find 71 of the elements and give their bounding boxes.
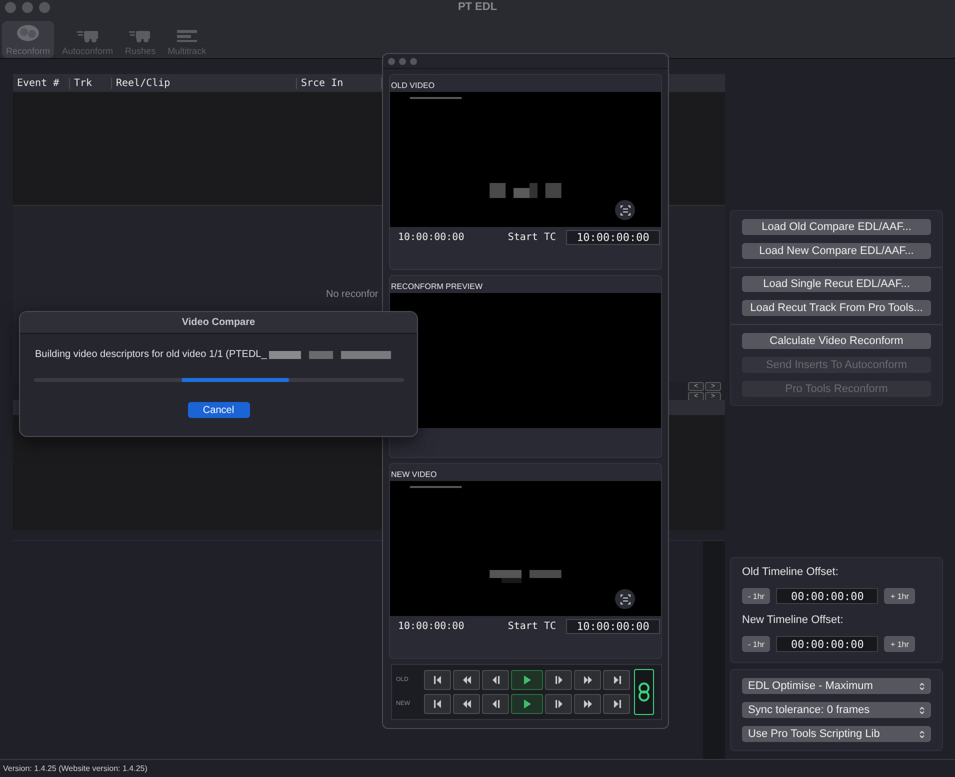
timecode: 10:00:00:00: [398, 232, 464, 243]
progress-message: Building video descriptors for old video 1/1 (PTEDL_: [35, 349, 267, 360]
action-button[interactable]: Load Single Recut EDL/AAF...: [742, 276, 931, 292]
action-button[interactable]: Load New Compare EDL/AAF...: [742, 243, 931, 259]
column-header[interactable]: Trk: [70, 78, 112, 88]
transport-button[interactable]: [511, 694, 543, 714]
offset-label: Old Timeline Offset:: [742, 566, 840, 578]
step-forward-icon: [554, 675, 564, 685]
transport-button[interactable]: [603, 670, 630, 690]
reels-icon: [15, 23, 41, 43]
panel-title: RECONFORM PREVIEW: [390, 281, 484, 293]
start-icon: [432, 699, 442, 709]
play-icon: [522, 699, 532, 709]
minus-hour-button[interactable]: - 1hr: [742, 588, 770, 604]
dialog-title: Video Compare: [182, 317, 256, 328]
transport-button[interactable]: [424, 694, 451, 714]
panel-title: NEW VIDEO: [390, 469, 438, 481]
rewind-icon: [462, 699, 472, 709]
option-select[interactable]: EDL Optimise - Maximum: [742, 678, 931, 694]
tracks-icon: [176, 29, 198, 43]
window-title: PT EDL: [458, 1, 498, 13]
fast-forward-icon: [582, 675, 592, 685]
rewind-icon: [462, 675, 472, 685]
transport-button[interactable]: [603, 694, 630, 714]
column-header[interactable]: Reel/Clip: [112, 78, 297, 88]
start-tc-label: Start TC: [508, 232, 556, 243]
action-button[interactable]: Load Old Compare EDL/AAF...: [742, 219, 931, 235]
chevron-updown-icon: [919, 706, 925, 714]
link-toggle[interactable]: [634, 669, 654, 715]
panel-title: OLD VIDEO: [390, 80, 436, 92]
transport-button[interactable]: [511, 670, 543, 690]
transport-button[interactable]: [574, 694, 601, 714]
step-back-icon: [490, 699, 500, 709]
offset-label: New Timeline Offset:: [742, 614, 844, 626]
transport-button[interactable]: [453, 694, 480, 714]
start-tc-field[interactable]: 10:00:00:00: [566, 619, 660, 634]
action-button[interactable]: Load Recut Track From Pro Tools...: [742, 300, 931, 316]
cancel-button[interactable]: Cancel: [188, 402, 250, 418]
transport-button[interactable]: [482, 694, 509, 714]
empty-message: No reconfor: [326, 288, 378, 300]
transport-button[interactable]: [545, 670, 572, 690]
link-icon: [638, 682, 650, 702]
column-header[interactable]: Event #: [13, 78, 70, 88]
transport-button[interactable]: [453, 670, 480, 690]
step-forward-icon: [554, 699, 564, 709]
start-tc-label: Start TC: [508, 621, 556, 632]
scan-icon: [620, 594, 630, 604]
plus-hour-button[interactable]: + 1hr: [884, 588, 915, 604]
transport-button[interactable]: [574, 670, 601, 690]
fast-forward-icon: [582, 699, 592, 709]
transport-button[interactable]: [424, 670, 451, 690]
scan-icon: [620, 204, 630, 216]
offset-field[interactable]: 00:00:00:00: [776, 588, 878, 604]
chevron-updown-icon: [919, 730, 925, 738]
end-icon: [612, 675, 622, 685]
end-icon: [612, 699, 622, 709]
step-back-icon: [490, 675, 500, 685]
plus-hour-button[interactable]: + 1hr: [884, 636, 915, 652]
chevron-updown-icon: [919, 682, 925, 690]
play-icon: [522, 675, 532, 685]
timecode: 10:00:00:00: [398, 621, 464, 632]
option-select[interactable]: Use Pro Tools Scripting Lib: [742, 726, 931, 742]
transport-button[interactable]: [545, 694, 572, 714]
option-select[interactable]: Sync tolerance: 0 frames: [742, 702, 931, 718]
minus-hour-button[interactable]: - 1hr: [742, 636, 770, 652]
action-button[interactable]: Calculate Video Reconform: [742, 333, 931, 349]
start-tc-field[interactable]: 10:00:00:00: [566, 230, 660, 245]
start-icon: [432, 675, 442, 685]
transport-button[interactable]: [482, 670, 509, 690]
version-text: Version: 1.4.25 (Website version: 1.4.25): [3, 764, 148, 773]
offset-field[interactable]: 00:00:00:00: [776, 636, 878, 652]
